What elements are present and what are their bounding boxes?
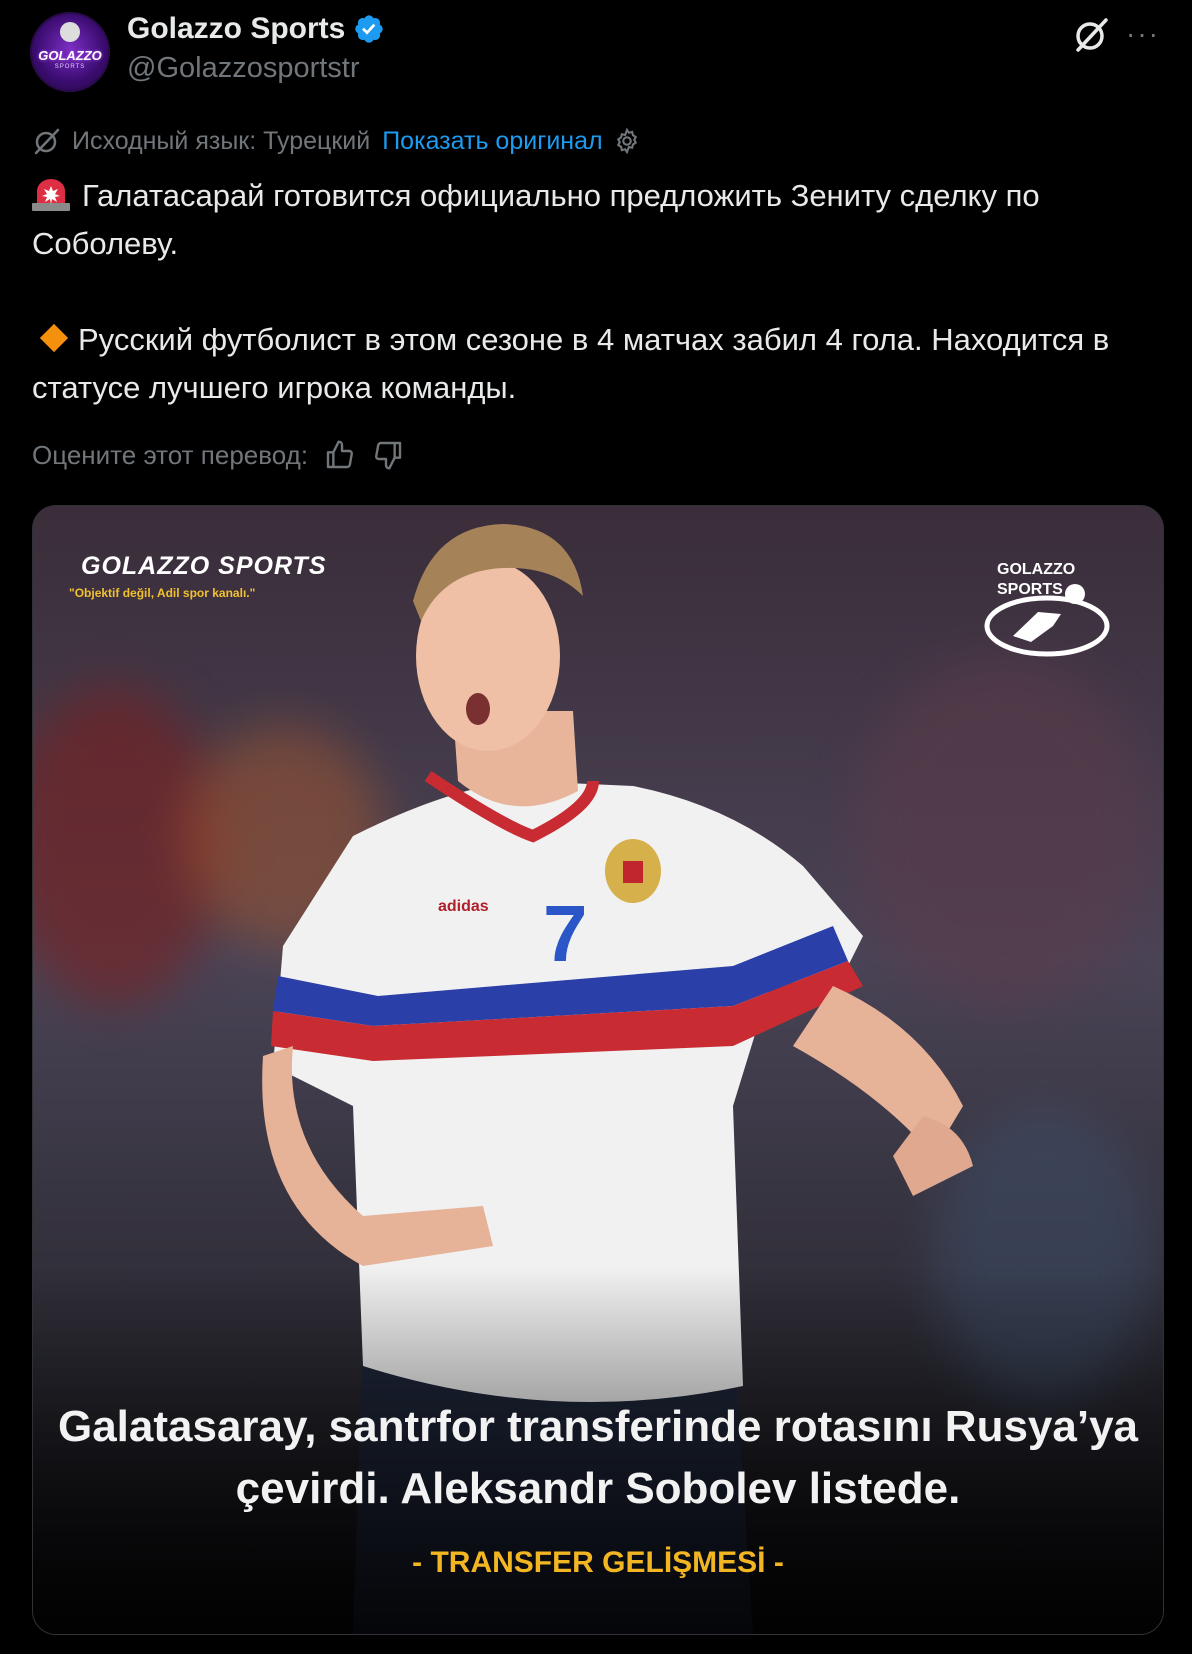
author-name-row: Golazzo Sports xyxy=(127,12,385,46)
display-name[interactable]: Golazzo Sports xyxy=(127,12,345,46)
handle[interactable]: @Golazzosportstr xyxy=(127,52,360,85)
avatar-ball-icon xyxy=(60,22,80,42)
thumbs-up-icon[interactable] xyxy=(324,439,356,471)
media-image[interactable]: 7 adidas GOLAZZO SPORTS "Objektif değil,… xyxy=(32,505,1164,1635)
media-headline: Galatasaray, santrfor transferinde rotas… xyxy=(57,1402,1139,1513)
media-slogan: "Objektif değil, Adil spor kanalı." xyxy=(69,586,256,600)
tweet-paragraph-2-text: Русский футболист в этом сезоне в 4 матч… xyxy=(32,322,1110,405)
translation-row: Исходный язык: Турецкий Показать оригина… xyxy=(32,126,641,156)
thumbs-down-icon[interactable] xyxy=(372,439,404,471)
tweet-paragraph-2: Русский футболист в этом сезоне в 4 матч… xyxy=(32,316,1162,412)
golazzo-logo-icon: GOLAZZO SPORTS xyxy=(984,561,1110,657)
grok-icon[interactable] xyxy=(1072,16,1110,54)
tweet-paragraph-1: Галатасарай готовится официально предлож… xyxy=(32,172,1162,268)
avatar[interactable]: GOLAZZO SPORTS xyxy=(30,12,110,92)
avatar-subtext: SPORTS xyxy=(54,64,86,70)
tweet-text: Галатасарай готовится официально предлож… xyxy=(32,172,1162,412)
jersey-number: 7 xyxy=(543,889,588,978)
gear-icon[interactable] xyxy=(613,127,641,155)
source-language-label: Исходный язык: Турецкий xyxy=(72,126,371,155)
jersey-brand: adidas xyxy=(438,898,489,915)
media-tag: - TRANSFER GELİŞMESİ - xyxy=(412,1546,784,1579)
avatar-text: GOLAZZO xyxy=(38,48,102,63)
rating-row: Оцените этот перевод: xyxy=(32,439,404,471)
logo-line-2: SPORTS xyxy=(997,581,1063,598)
siren-emoji-icon xyxy=(32,177,70,211)
rating-label: Оцените этот перевод: xyxy=(32,439,309,470)
logo-line-1: GOLAZZO xyxy=(997,561,1075,578)
verified-badge-icon[interactable] xyxy=(353,13,385,45)
orange-diamond-icon xyxy=(39,323,69,353)
media-brand: GOLAZZO SPORTS xyxy=(81,552,327,580)
show-original-link[interactable]: Показать оригинал xyxy=(382,127,602,156)
more-icon[interactable]: ··· xyxy=(1126,20,1160,48)
translate-icon xyxy=(34,128,60,155)
tweet-paragraph-1-text: Галатасарай готовится официально предлож… xyxy=(32,178,1040,261)
